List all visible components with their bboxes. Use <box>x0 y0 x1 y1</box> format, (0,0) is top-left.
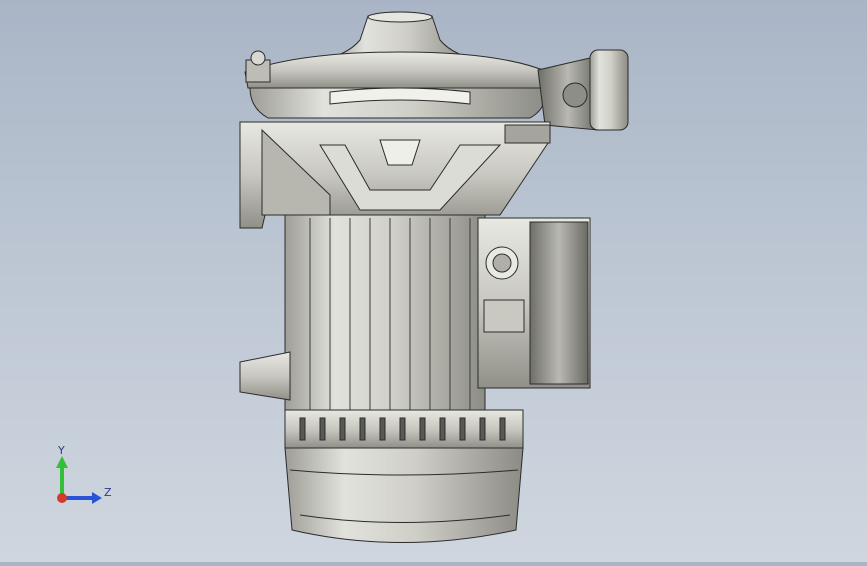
z-axis-label: Z <box>104 486 112 499</box>
z-axis-arrow <box>62 492 102 504</box>
motor-body[interactable] <box>239 214 591 416</box>
fan-cover[interactable] <box>284 409 524 543</box>
y-axis-arrow <box>56 456 68 498</box>
bracket-frame[interactable] <box>239 121 551 229</box>
pump-housing-top[interactable] <box>244 11 629 131</box>
axis-triad: Y Z <box>56 444 112 504</box>
y-axis-label: Y <box>57 444 65 457</box>
x-axis-dot <box>57 493 67 503</box>
pump-motor-model[interactable] <box>0 0 867 562</box>
graphics-viewport[interactable]: Y Z <box>0 0 867 562</box>
